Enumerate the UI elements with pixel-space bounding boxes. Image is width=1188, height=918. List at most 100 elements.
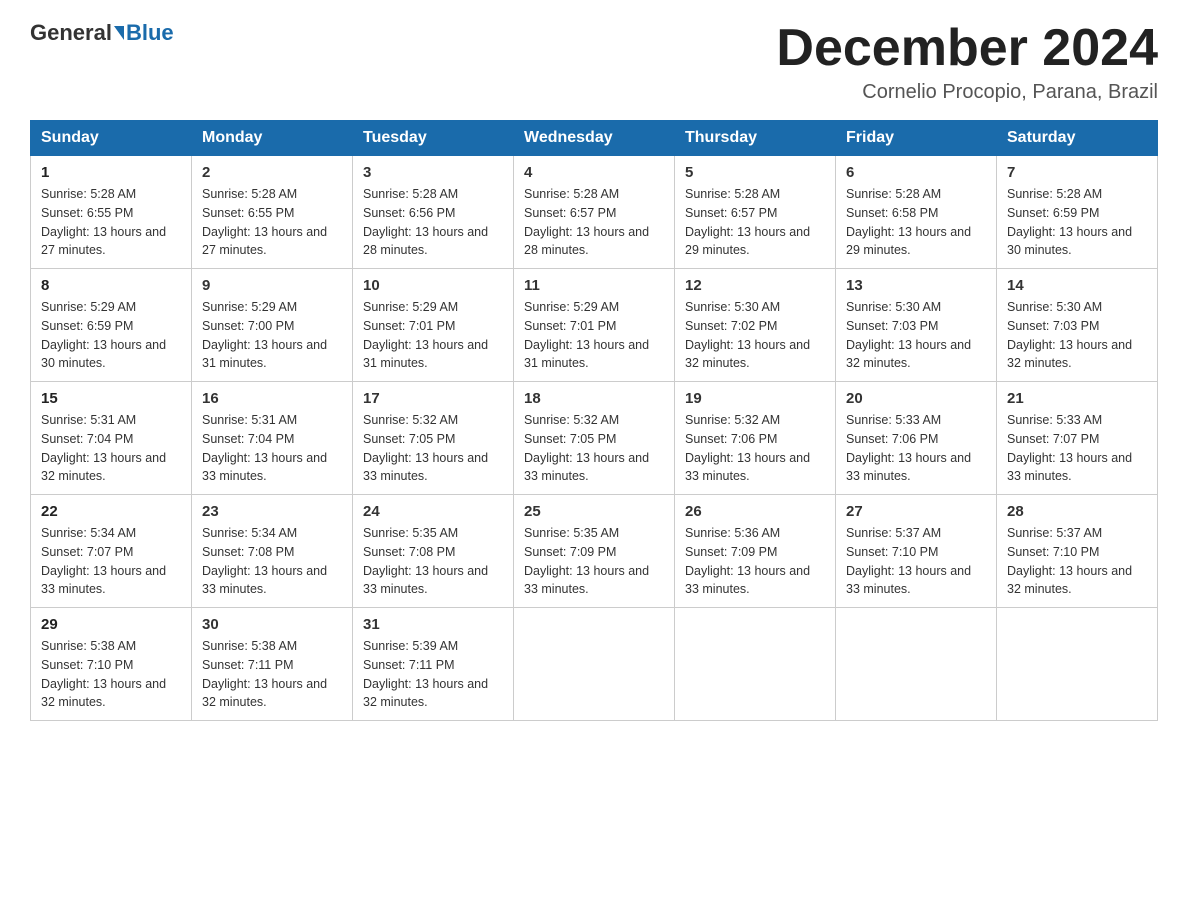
day-info: Sunrise: 5:34 AMSunset: 7:07 PMDaylight:… [41,524,181,599]
day-info: Sunrise: 5:33 AMSunset: 7:06 PMDaylight:… [846,411,986,486]
calendar-cell: 6 Sunrise: 5:28 AMSunset: 6:58 PMDaylight… [836,156,997,269]
calendar-cell: 14 Sunrise: 5:30 AMSunset: 7:03 PMDayligh… [997,269,1158,382]
day-number: 11 [524,277,664,294]
column-header-tuesday: Tuesday [353,121,514,156]
calendar-cell: 15 Sunrise: 5:31 AMSunset: 7:04 PMDayligh… [31,382,192,495]
day-number: 31 [363,616,503,633]
calendar-cell: 18Sunrise: 5:32 AMSunset: 7:05 PMDayligh… [514,382,675,495]
calendar-cell: 16Sunrise: 5:31 AMSunset: 7:04 PMDayligh… [192,382,353,495]
day-number: 23 [202,503,342,520]
calendar-cell: 26 Sunrise: 5:36 AMSunset: 7:09 PMDayligh… [675,495,836,608]
day-info: Sunrise: 5:33 AMSunset: 7:07 PMDaylight:… [1007,411,1147,486]
calendar-cell: 29Sunrise: 5:38 AMSunset: 7:10 PMDayligh… [31,608,192,721]
day-number: 22 [41,503,181,520]
day-number: 7 [1007,164,1147,181]
day-info: Sunrise: 5:31 AMSunset: 7:04 PMDaylight:… [202,411,342,486]
column-header-saturday: Saturday [997,121,1158,156]
day-number: 5 [685,164,825,181]
week-row-4: 22 Sunrise: 5:34 AMSunset: 7:07 PMDayligh… [31,495,1158,608]
calendar-cell: 28Sunrise: 5:37 AMSunset: 7:10 PMDayligh… [997,495,1158,608]
calendar-cell: 12 Sunrise: 5:30 AMSunset: 7:02 PMDayligh… [675,269,836,382]
logo: General Blue [30,20,174,46]
day-info: Sunrise: 5:28 AMSunset: 6:56 PMDaylight:… [363,185,503,260]
calendar-cell: 25 Sunrise: 5:35 AMSunset: 7:09 PMDayligh… [514,495,675,608]
day-number: 27 [846,503,986,520]
column-header-friday: Friday [836,121,997,156]
day-number: 30 [202,616,342,633]
day-number: 14 [1007,277,1147,294]
calendar-cell: 23 Sunrise: 5:34 AMSunset: 7:08 PMDayligh… [192,495,353,608]
day-info: Sunrise: 5:32 AMSunset: 7:05 PMDaylight:… [363,411,503,486]
calendar-cell: 7 Sunrise: 5:28 AMSunset: 6:59 PMDaylight… [997,156,1158,269]
day-info: Sunrise: 5:30 AMSunset: 7:03 PMDaylight:… [846,298,986,373]
day-info: Sunrise: 5:30 AMSunset: 7:03 PMDaylight:… [1007,298,1147,373]
logo-blue-text: Blue [126,20,174,46]
calendar-header-row: SundayMondayTuesdayWednesdayThursdayFrid… [31,121,1158,156]
day-info: Sunrise: 5:35 AMSunset: 7:09 PMDaylight:… [524,524,664,599]
day-info: Sunrise: 5:32 AMSunset: 7:05 PMDaylight:… [524,411,664,486]
day-info: Sunrise: 5:37 AMSunset: 7:10 PMDaylight:… [846,524,986,599]
calendar-cell: 24Sunrise: 5:35 AMSunset: 7:08 PMDayligh… [353,495,514,608]
calendar-cell: 1Sunrise: 5:28 AMSunset: 6:55 PMDaylight… [31,156,192,269]
day-info: Sunrise: 5:31 AMSunset: 7:04 PMDaylight:… [41,411,181,486]
day-info: Sunrise: 5:28 AMSunset: 6:55 PMDaylight:… [202,185,342,260]
day-number: 6 [846,164,986,181]
calendar-cell [997,608,1158,721]
calendar-cell: 8Sunrise: 5:29 AMSunset: 6:59 PMDaylight… [31,269,192,382]
calendar-cell [514,608,675,721]
day-number: 29 [41,616,181,633]
day-info: Sunrise: 5:29 AMSunset: 7:01 PMDaylight:… [363,298,503,373]
day-number: 1 [41,164,181,181]
day-number: 13 [846,277,986,294]
calendar-cell: 13 Sunrise: 5:30 AMSunset: 7:03 PMDayligh… [836,269,997,382]
day-number: 2 [202,164,342,181]
calendar-cell: 21Sunrise: 5:33 AMSunset: 7:07 PMDayligh… [997,382,1158,495]
week-row-1: 1 Sunrise: 5:28 AMSunset: 6:55 PMDaylight… [31,156,1158,269]
calendar-cell: 17Sunrise: 5:32 AMSunset: 7:05 PMDayligh… [353,382,514,495]
day-info: Sunrise: 5:36 AMSunset: 7:09 PMDaylight:… [685,524,825,599]
calendar-cell: 9 Sunrise: 5:29 AMSunset: 7:00 PMDaylight… [192,269,353,382]
day-number: 9 [202,277,342,294]
day-number: 20 [846,390,986,407]
calendar-cell: 19Sunrise: 5:32 AMSunset: 7:06 PMDayligh… [675,382,836,495]
logo-general-text: General [30,20,112,46]
day-info: Sunrise: 5:38 AMSunset: 7:11 PMDaylight:… [202,637,342,712]
day-number: 26 [685,503,825,520]
calendar-cell: 11 Sunrise: 5:29 AMSunset: 7:01 PMDayligh… [514,269,675,382]
day-number: 12 [685,277,825,294]
calendar-cell: 27 Sunrise: 5:37 AMSunset: 7:10 PMDayligh… [836,495,997,608]
day-info: Sunrise: 5:28 AMSunset: 6:58 PMDaylight:… [846,185,986,260]
day-info: Sunrise: 5:28 AMSunset: 6:57 PMDaylight:… [524,185,664,260]
calendar-cell: 5 Sunrise: 5:28 AMSunset: 6:57 PMDaylight… [675,156,836,269]
header: General Blue December 2024 Cornelio Proc… [30,20,1158,104]
column-header-monday: Monday [192,121,353,156]
day-info: Sunrise: 5:30 AMSunset: 7:02 PMDaylight:… [685,298,825,373]
calendar-cell: 4 Sunrise: 5:28 AMSunset: 6:57 PMDaylight… [514,156,675,269]
calendar-cell [675,608,836,721]
calendar-cell: 20 Sunrise: 5:33 AMSunset: 7:06 PMDayligh… [836,382,997,495]
day-number: 28 [1007,503,1147,520]
calendar-cell: 2 Sunrise: 5:28 AMSunset: 6:55 PMDaylight… [192,156,353,269]
day-number: 8 [41,277,181,294]
day-number: 19 [685,390,825,407]
day-info: Sunrise: 5:29 AMSunset: 7:00 PMDaylight:… [202,298,342,373]
calendar-cell: 22 Sunrise: 5:34 AMSunset: 7:07 PMDayligh… [31,495,192,608]
column-header-thursday: Thursday [675,121,836,156]
day-number: 4 [524,164,664,181]
calendar-cell: 3Sunrise: 5:28 AMSunset: 6:56 PMDaylight… [353,156,514,269]
week-row-3: 15 Sunrise: 5:31 AMSunset: 7:04 PMDayligh… [31,382,1158,495]
calendar-cell: 31 Sunrise: 5:39 AMSunset: 7:11 PMDayligh… [353,608,514,721]
day-info: Sunrise: 5:28 AMSunset: 6:57 PMDaylight:… [685,185,825,260]
day-info: Sunrise: 5:29 AMSunset: 7:01 PMDaylight:… [524,298,664,373]
column-header-sunday: Sunday [31,121,192,156]
week-row-5: 29Sunrise: 5:38 AMSunset: 7:10 PMDayligh… [31,608,1158,721]
day-info: Sunrise: 5:34 AMSunset: 7:08 PMDaylight:… [202,524,342,599]
day-info: Sunrise: 5:28 AMSunset: 6:59 PMDaylight:… [1007,185,1147,260]
calendar-subtitle: Cornelio Procopio, Parana, Brazil [776,81,1158,104]
day-number: 15 [41,390,181,407]
logo-triangle-icon [114,26,124,40]
day-info: Sunrise: 5:35 AMSunset: 7:08 PMDaylight:… [363,524,503,599]
day-number: 10 [363,277,503,294]
day-number: 25 [524,503,664,520]
day-info: Sunrise: 5:39 AMSunset: 7:11 PMDaylight:… [363,637,503,712]
